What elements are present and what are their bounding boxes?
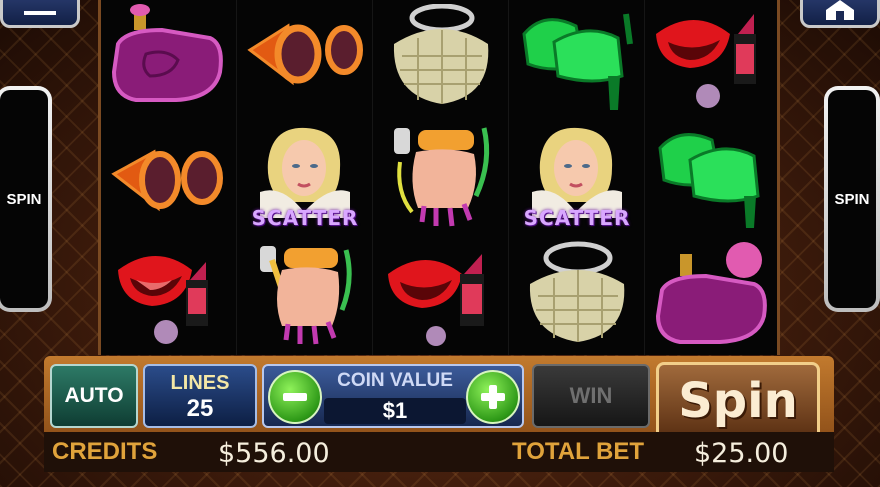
minus-icon (283, 393, 307, 401)
spin-button[interactable]: Spin (656, 362, 820, 440)
symbol-perfume (101, 0, 237, 118)
symbol-lips-lipstick (373, 236, 509, 354)
symbol-scatter: SCATTER (509, 118, 645, 236)
home-button[interactable] (800, 0, 880, 28)
scatter-label: SCATTER (523, 206, 631, 230)
symbol-perfume (645, 236, 781, 354)
symbol-sunglasses (101, 118, 237, 236)
side-spin-button-left[interactable]: SPIN (0, 86, 52, 312)
spin-label: Spin (678, 373, 798, 429)
side-spin-button-right[interactable]: SPIN (824, 86, 880, 312)
coin-increase-button[interactable] (466, 370, 520, 424)
menu-icon (24, 11, 56, 15)
reel-1 (101, 0, 237, 355)
credits-value: $556.00 (218, 438, 330, 469)
reel-4: SCATTER (509, 0, 645, 355)
scatter-label: SCATTER (251, 206, 359, 230)
home-icon (826, 0, 854, 20)
auto-button[interactable]: AUTO (50, 364, 138, 428)
win-display: WIN (532, 364, 650, 428)
coin-value-label: COIN VALUE (337, 370, 453, 391)
side-spin-label: SPIN (6, 190, 42, 208)
side-spin-label: SPIN (834, 190, 870, 208)
reel-area: SCATTER SCATTER (98, 0, 780, 355)
symbol-handbag (373, 0, 509, 118)
symbol-lips-lipstick (101, 236, 237, 354)
lines-value: 25 (186, 395, 214, 422)
symbol-sunglasses (237, 0, 373, 118)
symbol-hand-nails (373, 118, 509, 236)
lines-label: LINES (170, 372, 230, 394)
credits-label: CREDITS (52, 438, 158, 465)
reel-2: SCATTER (237, 0, 373, 355)
reel-5 (645, 0, 781, 355)
reel-3 (373, 0, 509, 355)
coin-value: $1 (324, 398, 466, 424)
symbol-handbag (509, 236, 645, 354)
lines-button[interactable]: LINES 25 (143, 364, 257, 428)
symbol-scatter: SCATTER (237, 118, 373, 236)
symbol-lips-lipstick (645, 0, 781, 118)
total-bet-label: TOTAL BET (512, 438, 644, 465)
plus-icon (481, 385, 505, 409)
symbol-hand-nails (237, 236, 373, 354)
coin-value-control: COIN VALUE $1 (262, 364, 524, 428)
total-bet-value: $25.00 (694, 438, 789, 469)
win-label: WIN (569, 383, 613, 408)
menu-button[interactable] (0, 0, 80, 28)
symbol-green-shoes (645, 118, 781, 236)
coin-decrease-button[interactable] (268, 370, 322, 424)
symbol-green-shoes (509, 0, 645, 118)
auto-label: AUTO (64, 384, 124, 407)
